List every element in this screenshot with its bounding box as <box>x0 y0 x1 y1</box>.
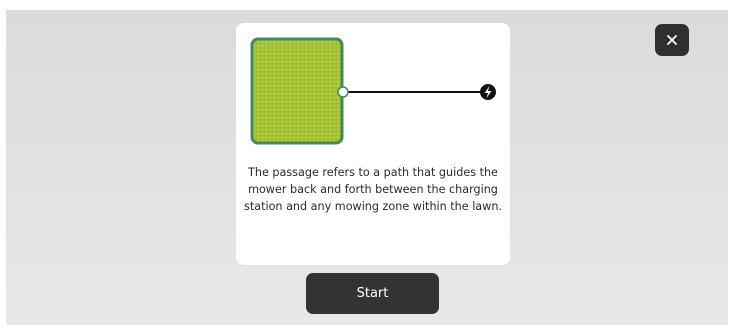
close-icon <box>667 35 677 45</box>
passage-info-card: The passage refers to a path that guides… <box>236 23 510 265</box>
passage-description: The passage refers to a path that guides… <box>244 166 502 213</box>
passage-start-node <box>337 86 349 98</box>
close-button[interactable] <box>655 24 689 56</box>
start-button[interactable]: Start <box>306 273 439 314</box>
passage-illustration <box>250 37 500 147</box>
charging-station-icon <box>480 84 496 100</box>
start-button-label: Start <box>356 286 389 301</box>
lawn-zone-icon <box>250 37 344 145</box>
modal-backdrop: The passage refers to a path that guides… <box>6 10 728 325</box>
